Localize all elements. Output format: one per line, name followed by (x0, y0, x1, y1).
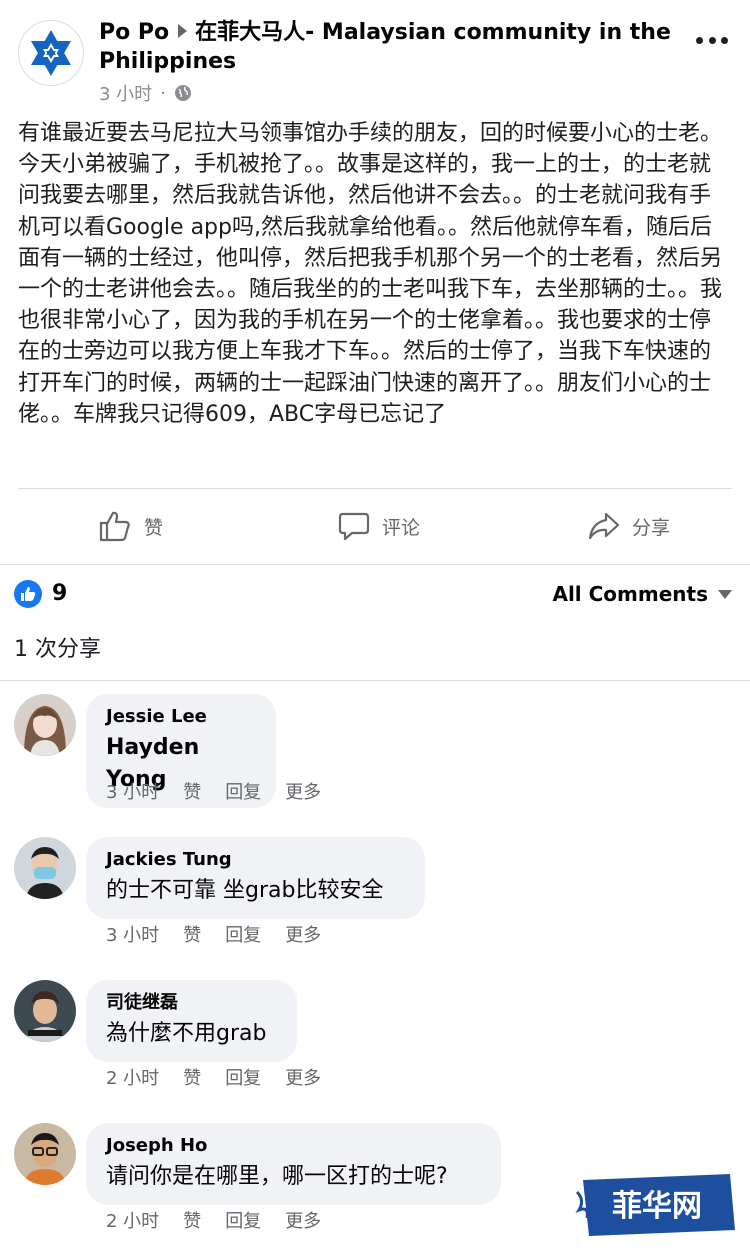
comment-reply-button[interactable]: 回复 (225, 781, 261, 805)
comment-more-button[interactable]: 更多 (285, 924, 321, 948)
post-meta: 3 小时 · (99, 80, 192, 106)
reaction-count[interactable]: 9 (52, 580, 67, 608)
share-button[interactable]: 分享 (588, 490, 670, 562)
page-avatar[interactable] (18, 20, 84, 86)
comment-meta: 2 小时 赞 回复 更多 (106, 1067, 321, 1091)
comment-meta: 3 小时 赞 回复 更多 (106, 924, 321, 948)
dot-separator: · (160, 82, 166, 104)
comment-time[interactable]: 3 小时 (106, 924, 159, 948)
comment-bubble: Joseph Ho 请问你是在哪里，哪一区打的士呢? (86, 1123, 501, 1205)
reactions-row: 9 All Comments (0, 570, 750, 618)
comment-more-button[interactable]: 更多 (285, 1067, 321, 1091)
star-logo-icon (31, 30, 71, 76)
divider (18, 488, 732, 489)
comment-reply-button[interactable]: 回复 (225, 924, 261, 948)
comment-text[interactable]: 的士不可靠 坐grab比较安全 (106, 875, 405, 907)
more-options-icon[interactable] (696, 30, 728, 50)
comment-icon (338, 512, 370, 541)
watermark-logo: 菲华网 (575, 1170, 740, 1240)
comment-more-button[interactable]: 更多 (285, 1210, 321, 1234)
like-reaction-icon[interactable] (14, 580, 42, 608)
comment-filter-dropdown[interactable]: All Comments (552, 580, 732, 608)
avatar[interactable] (14, 694, 76, 756)
commenter-name[interactable]: 司徒继磊 (106, 990, 277, 1016)
comment-time[interactable]: 2 小时 (106, 1067, 159, 1091)
caret-down-icon (718, 589, 732, 599)
post-time[interactable]: 3 小时 (99, 80, 152, 106)
comment-label: 评论 (382, 516, 421, 539)
share-label: 分享 (632, 516, 671, 539)
comment-time[interactable]: 2 小时 (106, 1210, 159, 1234)
comment-text[interactable]: 请问你是在哪里，哪一区打的士呢? (106, 1161, 481, 1193)
comment-like-button[interactable]: 赞 (183, 1210, 201, 1234)
commenter-name[interactable]: Jessie Lee (106, 704, 256, 730)
globe-icon (174, 85, 191, 101)
author-name[interactable]: Po Po (99, 20, 169, 45)
divider (0, 564, 750, 565)
comment-text[interactable]: 為什麼不用grab (106, 1018, 277, 1050)
post-actions: 赞 评论 分享 (0, 490, 750, 562)
arrow-right-icon (178, 24, 188, 38)
avatar[interactable] (14, 837, 76, 899)
commenter-name[interactable]: Joseph Ho (106, 1133, 481, 1159)
comment-filter-label: All Comments (552, 582, 708, 606)
comment-like-button[interactable]: 赞 (183, 781, 201, 805)
comment-time[interactable]: 3 小时 (106, 781, 159, 805)
like-button[interactable]: 赞 (98, 490, 163, 562)
avatar[interactable] (14, 1123, 76, 1185)
comment-bubble: 司徒继磊 為什麼不用grab (86, 980, 297, 1062)
post-header: Po Po 在菲大马人- Malaysian community in the P… (0, 0, 750, 112)
post-text: 有谁最近要去马尼拉大马领事馆办手续的朋友，回的时候要小心的士老。今天小弟被骗了，… (18, 121, 723, 427)
comment-reply-button[interactable]: 回复 (225, 1210, 261, 1234)
comment-button[interactable]: 评论 (338, 490, 420, 562)
watermark-text: 菲华网 (612, 1189, 702, 1224)
comment-more-button[interactable]: 更多 (285, 781, 321, 805)
share-icon (588, 512, 620, 540)
comment-bubble: Jackies Tung 的士不可靠 坐grab比较安全 (86, 837, 425, 919)
avatar[interactable] (14, 980, 76, 1042)
comment-meta: 3 小时 赞 回复 更多 (106, 781, 321, 805)
comment-like-button[interactable]: 赞 (183, 1067, 201, 1091)
comment-like-button[interactable]: 赞 (183, 924, 201, 948)
thumbs-up-icon (99, 511, 130, 542)
post-title: Po Po 在菲大马人- Malaysian community in the P… (99, 18, 679, 76)
divider (0, 680, 750, 681)
comment-meta: 2 小时 赞 回复 更多 (106, 1210, 321, 1234)
share-count[interactable]: 1 次分享 (14, 636, 101, 664)
like-label: 赞 (144, 516, 164, 539)
commenter-name[interactable]: Jackies Tung (106, 847, 405, 873)
comment-reply-button[interactable]: 回复 (225, 1067, 261, 1091)
